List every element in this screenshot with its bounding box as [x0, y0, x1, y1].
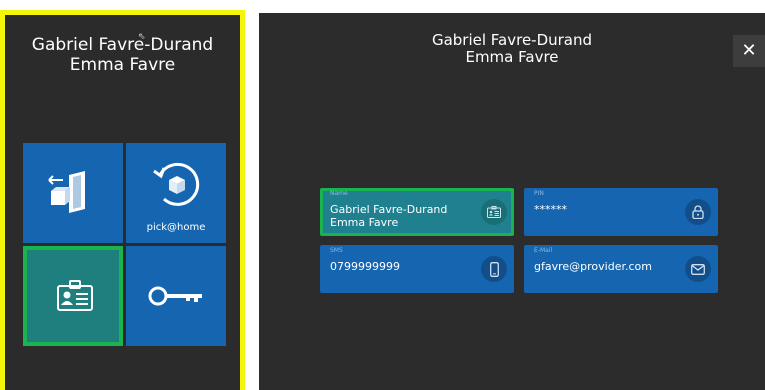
right-panel: Gabriel Favre-Durand Emma Favre ✕ Name G…: [259, 13, 765, 390]
tile-delivery[interactable]: [23, 143, 123, 243]
close-button[interactable]: ✕: [733, 35, 765, 67]
tile-id-badge[interactable]: [23, 246, 123, 346]
id-badge-icon: [57, 280, 93, 316]
email-field[interactable]: E-Mail gfavre@provider.com: [524, 245, 718, 293]
right-title-line2: Emma Favre: [465, 48, 559, 66]
left-title-line2: Emma Favre: [69, 55, 176, 75]
lock-icon: [685, 199, 711, 225]
left-title-line1: Gabriel Favre-Durand: [31, 35, 214, 55]
sms-field-value: 0799999999: [330, 260, 400, 273]
delivery-door-icon: [47, 171, 97, 219]
key-icon: [148, 286, 204, 310]
name-field[interactable]: Name Gabriel Favre-Durand Emma Favre: [320, 188, 514, 236]
email-field-value: gfavre@provider.com: [534, 260, 652, 273]
tile-key[interactable]: [126, 246, 226, 346]
pin-field-label: PIN: [534, 190, 544, 197]
close-icon: ✕: [741, 40, 757, 61]
envelope-icon: [685, 256, 711, 282]
right-panel-title: Gabriel Favre-Durand Emma Favre: [259, 32, 765, 66]
sms-field-label: SMS: [330, 247, 343, 254]
id-card-icon: [481, 199, 507, 225]
name-field-value: Gabriel Favre-Durand Emma Favre: [330, 203, 448, 229]
sms-field[interactable]: SMS 0799999999: [320, 245, 514, 293]
email-field-label: E-Mail: [534, 247, 553, 254]
pin-field[interactable]: PIN ******: [524, 188, 718, 236]
mobile-phone-icon: [481, 256, 507, 282]
left-panel-title: Gabriel Favre-Durand Emma Favre: [5, 35, 240, 75]
pick-at-home-icon: [150, 161, 202, 211]
name-field-label: Name: [330, 190, 348, 197]
pin-field-value: ******: [534, 203, 567, 216]
left-panel: Gabriel Favre-Durand Emma Favre pick@hom…: [0, 10, 245, 390]
tile-pick-at-home-label: pick@home: [146, 222, 206, 233]
tile-pick-at-home[interactable]: pick@home: [126, 143, 226, 243]
mouse-cursor-icon: ⇖: [138, 32, 146, 42]
right-title-line1: Gabriel Favre-Durand: [431, 31, 593, 49]
